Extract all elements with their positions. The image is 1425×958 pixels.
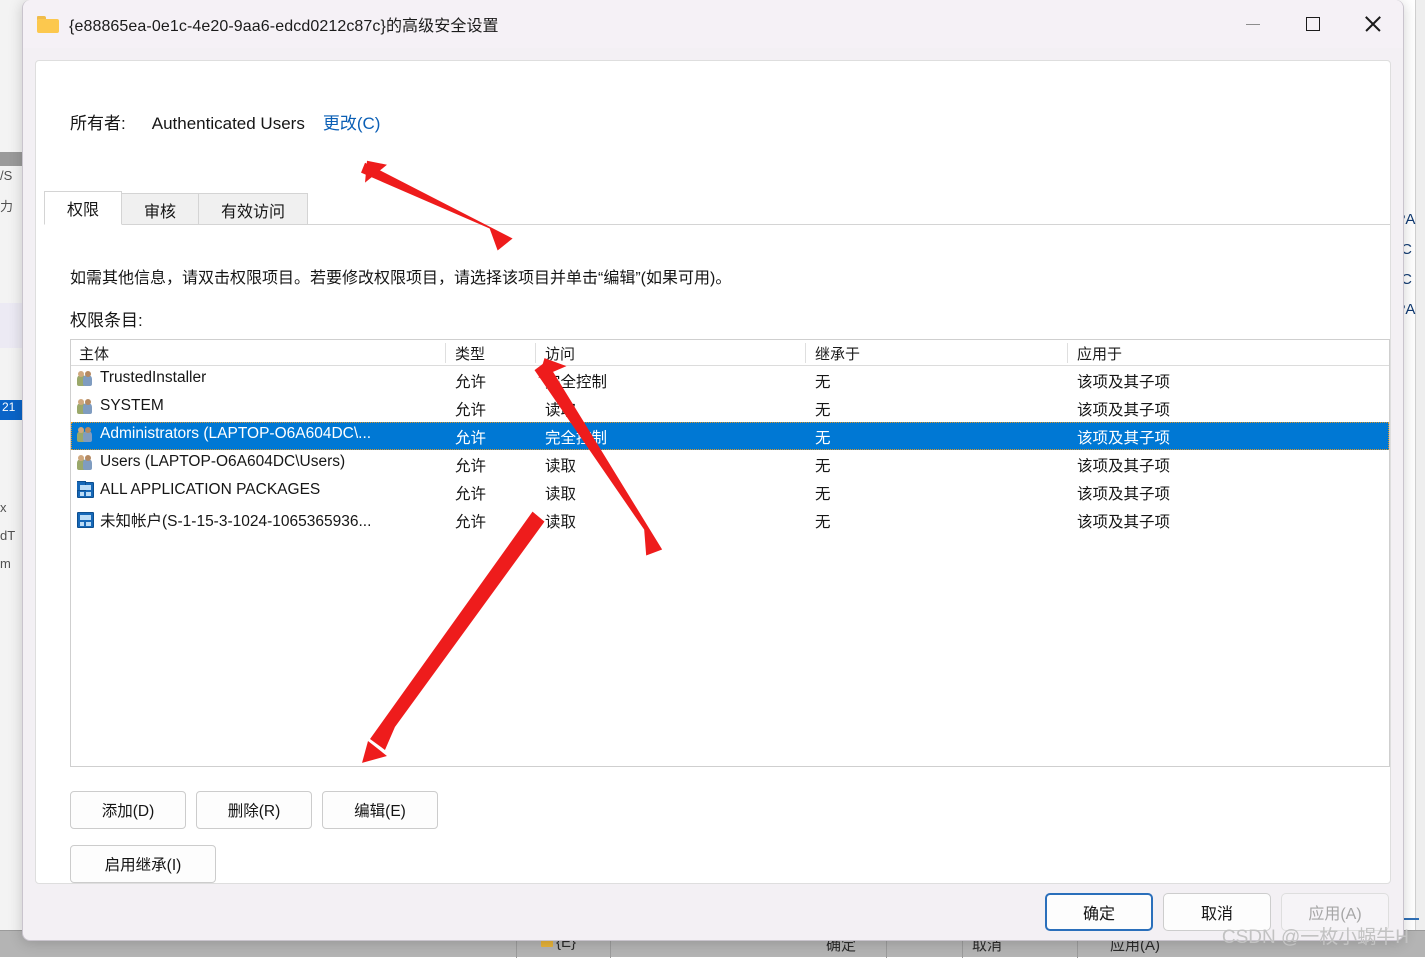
tab-effective-access[interactable]: 有效访问 [198,193,308,225]
row-subject-label: Users (LAPTOP-O6A604DC\Users) [100,453,345,471]
enable-inheritance-button[interactable]: 启用继承(I) [70,845,216,883]
row-type: 允许 [455,398,486,420]
row-subject: Users (LAPTOP-O6A604DC\Users) [77,453,345,471]
row-applies-to: 该项及其子项 [1077,510,1170,532]
column-header-access[interactable]: 访问 [545,343,575,364]
users-group-icon [77,454,94,470]
row-inherited-from: 无 [815,482,831,504]
column-header-applies-to[interactable]: 应用于 [1077,343,1122,364]
row-applies-to: 该项及其子项 [1077,398,1170,420]
background-left-selected-item: 21 [0,400,22,420]
table-row[interactable]: TrustedInstaller 允许 完全控制 无 该项及其子项 [71,366,1389,394]
users-group-icon [77,398,94,414]
background-right-window [1415,0,1425,957]
column-header-subject[interactable]: 主体 [79,343,109,364]
table-row[interactable]: SYSTEM 允许 读取 无 该项及其子项 [71,394,1389,422]
table-row-selected[interactable]: Administrators (LAPTOP-O6A604DC\... 允许 完… [71,422,1389,450]
app-package-icon [77,482,94,498]
permission-entries-table[interactable]: 主体 类型 访问 继承于 应用于 TrustedInstaller [70,339,1390,767]
row-applies-to: 该项及其子项 [1077,370,1170,392]
row-type: 允许 [455,426,486,448]
folder-icon [37,16,59,33]
row-inherited-from: 无 [815,426,831,448]
title-bar: {e88865ea-0e1c-4e20-9aa6-edcd0212c87c}的高… [23,0,1403,48]
edit-button[interactable]: 编辑(E) [322,791,438,829]
row-inherited-from: 无 [815,398,831,420]
cancel-button[interactable]: 取消 [1163,893,1271,931]
row-access: 读取 [545,398,576,420]
dialog-footer: 确定 取消 应用(A) [23,884,1403,940]
row-subject: TrustedInstaller [77,369,206,387]
window-controls [1223,0,1403,48]
row-applies-to: 该项及其子项 [1077,482,1170,504]
permission-entries-label: 权限条目: [70,306,143,331]
row-type: 允许 [455,510,486,532]
apply-button: 应用(A) [1281,893,1389,931]
table-header: 主体 类型 访问 继承于 应用于 [71,340,1389,366]
owner-value: Authenticated Users [152,114,305,134]
users-group-icon [77,370,94,386]
row-subject-label: Administrators (LAPTOP-O6A604DC\... [100,425,371,443]
owner-row: 所有者: Authenticated Users 更改(C) [70,109,380,134]
close-icon [1364,15,1382,33]
ok-button[interactable]: 确定 [1045,893,1153,931]
row-subject: 未知帐户(S-1-15-3-1024-1065365936... [77,509,371,531]
tab-permissions[interactable]: 权限 [44,191,122,225]
row-access: 读取 [545,482,576,504]
close-button[interactable] [1343,0,1403,48]
row-applies-to: 该项及其子项 [1077,426,1170,448]
row-subject: Administrators (LAPTOP-O6A604DC\... [77,425,371,443]
row-subject-label: 未知帐户(S-1-15-3-1024-1065365936... [100,509,371,531]
change-owner-link[interactable]: 更改(C) [323,109,381,134]
row-access: 完全控制 [545,370,607,392]
minimize-icon [1246,24,1260,25]
tab-bar: 权限 审核 有效访问 [44,191,307,225]
add-button[interactable]: 添加(D) [70,791,186,829]
row-subject-label: SYSTEM [100,397,164,415]
maximize-button[interactable] [1283,0,1343,48]
row-access: 读取 [545,510,576,532]
remove-button[interactable]: 删除(R) [196,791,312,829]
row-subject-label: ALL APPLICATION PACKAGES [100,481,320,499]
column-header-inherited-from[interactable]: 继承于 [815,343,860,364]
row-inherited-from: 无 [815,370,831,392]
minimize-button[interactable] [1223,0,1283,48]
row-access: 完全控制 [545,426,607,448]
row-subject-label: TrustedInstaller [100,369,206,387]
tab-auditing[interactable]: 审核 [121,193,199,225]
row-type: 允许 [455,454,486,476]
row-access: 读取 [545,454,576,476]
advanced-security-settings-dialog: {e88865ea-0e1c-4e20-9aa6-edcd0212c87c}的高… [22,0,1404,941]
column-header-type[interactable]: 类型 [455,343,485,364]
table-row[interactable]: 未知帐户(S-1-15-3-1024-1065365936... 允许 读取 无… [71,506,1389,534]
tab-underline [44,224,1391,225]
table-row[interactable]: Users (LAPTOP-O6A604DC\Users) 允许 读取 无 该项… [71,450,1389,478]
row-subject: ALL APPLICATION PACKAGES [77,481,320,499]
owner-label: 所有者: [70,109,126,134]
row-inherited-from: 无 [815,454,831,476]
window-title: {e88865ea-0e1c-4e20-9aa6-edcd0212c87c}的高… [69,12,499,36]
table-body: TrustedInstaller 允许 完全控制 无 该项及其子项 SYSTEM… [71,366,1389,534]
row-type: 允许 [455,482,486,504]
dialog-content-panel: 所有者: Authenticated Users 更改(C) 权限 审核 有效访… [35,60,1391,884]
table-row[interactable]: ALL APPLICATION PACKAGES 允许 读取 无 该项及其子项 [71,478,1389,506]
row-applies-to: 该项及其子项 [1077,454,1170,476]
row-inherited-from: 无 [815,510,831,532]
app-package-icon [77,512,94,528]
row-subject: SYSTEM [77,397,164,415]
users-group-icon [77,426,94,442]
hint-text: 如需其他信息，请双击权限项目。若要修改权限项目，请选择该项目并单击“编辑”(如果… [70,264,731,288]
row-type: 允许 [455,370,486,392]
maximize-icon [1306,17,1320,31]
